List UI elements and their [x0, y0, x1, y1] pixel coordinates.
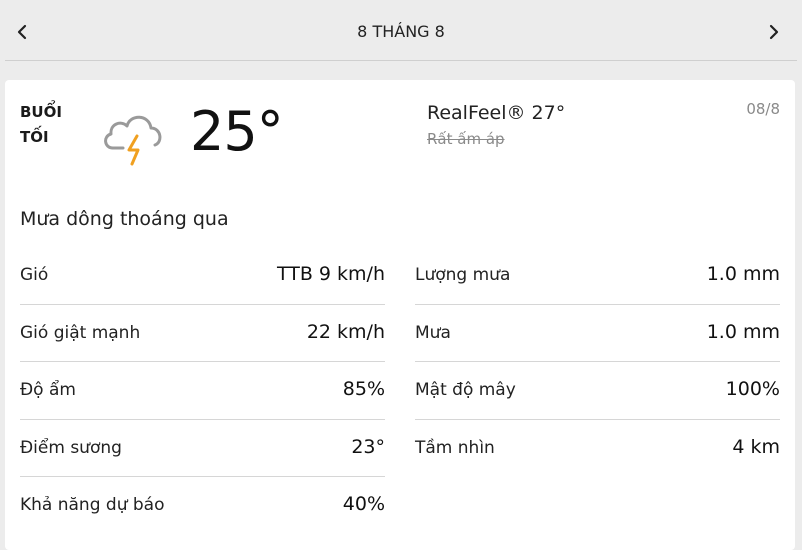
detail-label: Mật độ mây [415, 380, 516, 400]
date-title: 8 THÁNG 8 [357, 22, 445, 41]
detail-row-dew-point: Điểm sương 23° [20, 420, 385, 477]
detail-row-wind-gust: Gió giật mạnh 22 km/h [20, 305, 385, 362]
detail-value: 22 km/h [306, 320, 385, 343]
detail-value: 1.0 mm [706, 263, 780, 285]
chevron-right-icon [769, 24, 779, 40]
date-navigation-bar: 8 THÁNG 8 [0, 0, 802, 62]
details-right-column: Lượng mưa 1.0 mm Mưa 1.0 mm Mật độ mây 1… [415, 247, 780, 477]
detail-row-probability: Khả năng dự báo 40% [20, 477, 385, 535]
weather-phrase: Mưa dông thoáng qua [20, 208, 229, 230]
detail-label: Điểm sương [20, 437, 122, 458]
detail-value: 85% [342, 378, 385, 400]
temperature-value: 25° [190, 100, 284, 163]
detail-value: 100% [725, 378, 780, 400]
realfeel-description: Rất ấm áp [427, 130, 505, 148]
detail-row-wind: Gió TTB 9 km/h [20, 247, 385, 305]
detail-label: Tầm nhìn [415, 437, 495, 458]
detail-value: 1.0 mm [706, 320, 780, 343]
detail-row-cloud-cover: Mật độ mây 100% [415, 362, 780, 420]
detail-value: 40% [342, 493, 385, 515]
detail-label: Độ ẩm [20, 380, 76, 400]
thunderstorm-cloud-icon [104, 115, 162, 166]
detail-row-humidity: Độ ẩm 85% [20, 362, 385, 420]
detail-row-rain: Mưa 1.0 mm [415, 305, 780, 362]
realfeel-value: RealFeel® 27° [427, 102, 566, 124]
detail-label: Lượng mưa [415, 265, 511, 285]
detail-label: Gió [20, 265, 49, 285]
detail-row-visibility: Tầm nhìn 4 km [415, 420, 780, 478]
detail-row-precipitation: Lượng mưa 1.0 mm [415, 247, 780, 305]
header-divider [5, 60, 797, 61]
detail-label: Khả năng dự báo [20, 495, 165, 515]
detail-value: 4 km [732, 435, 780, 458]
next-day-button[interactable] [762, 18, 786, 46]
date-code: 08/8 [746, 100, 780, 118]
period-label: BUỔI TỐI [20, 103, 62, 146]
detail-label: Mưa [415, 322, 451, 343]
detail-label: Gió giật mạnh [20, 322, 141, 343]
details-left-column: Gió TTB 9 km/h Gió giật mạnh 22 km/h Độ … [20, 247, 385, 535]
detail-value: TTB 9 km/h [276, 263, 385, 285]
forecast-card: BUỔI TỐI 25° RealFeel® 27° Rất ấm áp 08/… [5, 80, 795, 550]
detail-value: 23° [351, 435, 385, 458]
